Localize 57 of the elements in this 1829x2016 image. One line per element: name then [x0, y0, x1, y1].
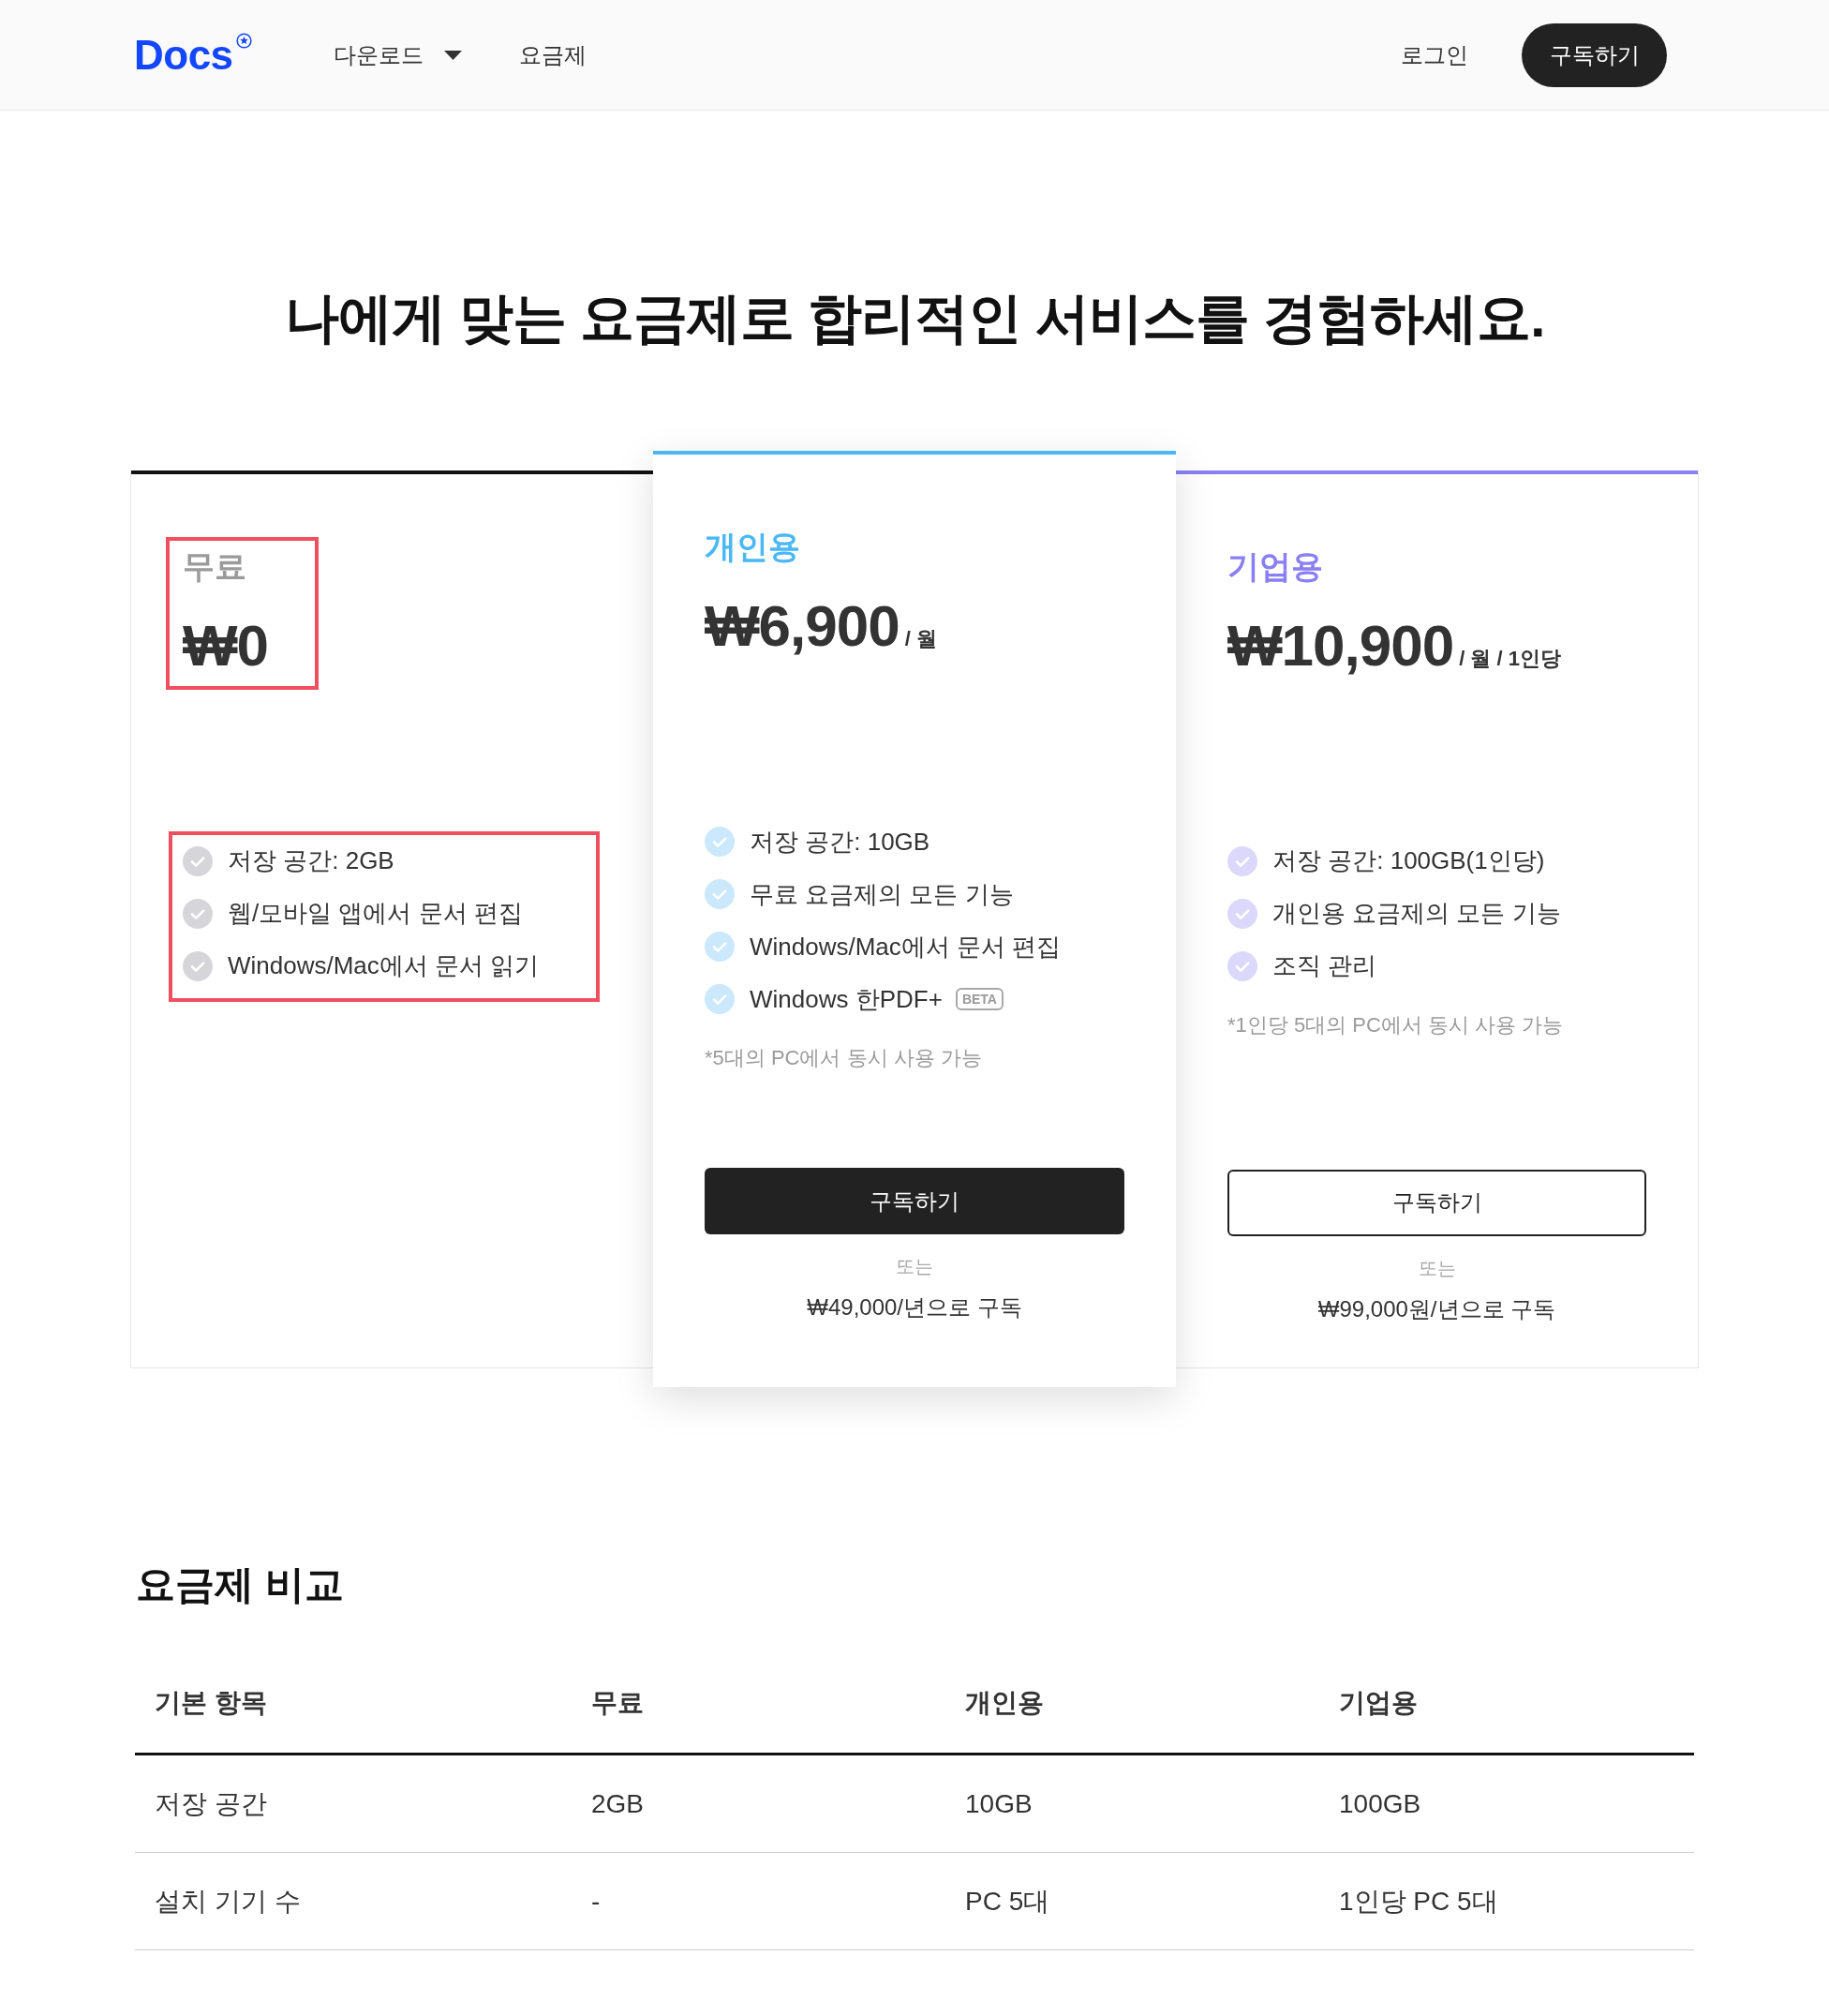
feature-text: 개인용 요금제의 모든 기능 — [1272, 898, 1561, 929]
or-text: 또는 — [896, 1255, 933, 1278]
nav-link[interactable]: 다운로드 — [333, 37, 462, 72]
price-unit: / 월 / 1인당 — [1459, 645, 1561, 672]
column-header: 개인용 — [964, 1686, 1045, 1719]
login-link[interactable]: 로그인 — [1401, 37, 1468, 72]
nav-link[interactable]: 요금제 — [518, 37, 587, 72]
check-circle-icon — [183, 845, 213, 876]
annual-subscribe-link[interactable]: ₩49,000/년으로 구독 — [807, 1292, 1022, 1322]
subscribe-button[interactable]: 구독하기 — [705, 1168, 1124, 1234]
annual-subscribe-link[interactable]: ₩99,000원/년으로 구독 — [1317, 1293, 1556, 1324]
feature-text: 조직 관리 — [1272, 950, 1377, 981]
or-text: 또는 — [1418, 1256, 1456, 1280]
plan-title: 무료 — [183, 546, 247, 586]
logo-link[interactable]: Docs — [134, 32, 252, 78]
plan-note: *5대의 PC에서 동시 사용 가능 — [705, 1045, 982, 1071]
feature-text: 웹/모바일 앱에서 문서 편집 — [228, 898, 523, 929]
plan-title: 기업용 — [1227, 546, 1324, 586]
check-circle-icon — [705, 827, 735, 857]
check-circle-icon — [1227, 950, 1257, 981]
caret-down-icon — [443, 50, 462, 60]
table-cell-text: 100GB — [1338, 1787, 1422, 1820]
table-cell-text: PC 5대 — [964, 1885, 1051, 1918]
plan-price: ₩0 — [183, 611, 268, 679]
check-circle-icon — [705, 879, 735, 909]
plan-price: ₩6,900 — [705, 592, 900, 660]
check-circle-icon — [1227, 845, 1257, 876]
table-cell-text: - — [590, 1885, 602, 1918]
check-circle-icon — [1227, 898, 1257, 929]
table-cell-text: 설치 기기 수 — [154, 1885, 302, 1918]
column-header: 무료 — [590, 1686, 645, 1719]
table-cell-text: 2GB — [590, 1787, 646, 1820]
feature-text: Windows 한PDF+ — [750, 983, 943, 1015]
check-circle-icon — [705, 984, 735, 1014]
feature-text: 무료 요금제의 모든 기능 — [750, 878, 1014, 910]
feature-text: Windows/Mac에서 문서 편집 — [750, 931, 1062, 963]
section-title: 요금제 비교 — [135, 1561, 344, 1608]
subscribe-button[interactable]: 구독하기 — [1227, 1169, 1646, 1236]
beta-badge: BETA — [955, 988, 1004, 1010]
check-circle-icon — [705, 932, 735, 962]
table-cell-text: 10GB — [964, 1787, 1033, 1820]
column-header: 기본 항목 — [154, 1686, 268, 1719]
plan-note: *1인당 5대의 PC에서 동시 사용 가능 — [1227, 1011, 1564, 1038]
feature-text: 저장 공간: 2GB — [228, 845, 394, 876]
subscribe-button[interactable]: 구독하기 — [1522, 22, 1667, 87]
check-circle-icon — [183, 950, 213, 981]
feature-text: 저장 공간: 10GB — [750, 826, 930, 858]
column-header: 기업용 — [1338, 1686, 1419, 1719]
table-cell-text: 1인당 PC 5대 — [1338, 1885, 1499, 1918]
check-circle-icon — [183, 898, 213, 929]
page-headline: 나에게 맞는 요금제로 합리적인 서비스를 경험하세요. — [284, 286, 1545, 350]
table-cell-text: 저장 공간 — [154, 1787, 268, 1820]
plan-price: ₩10,900 — [1227, 611, 1454, 679]
feature-text: 저장 공간: 100GB(1인당) — [1272, 845, 1545, 876]
plan-title: 개인용 — [705, 528, 801, 566]
price-unit: / 월 — [904, 626, 937, 652]
feature-text: Windows/Mac에서 문서 읽기 — [228, 950, 540, 981]
